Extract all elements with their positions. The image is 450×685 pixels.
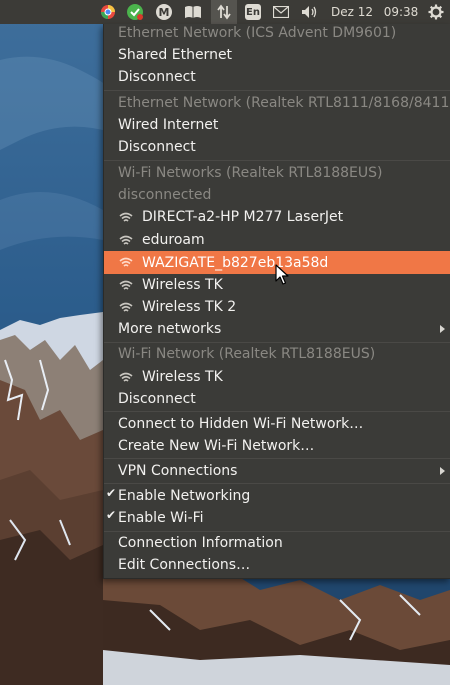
book-icon[interactable] [182,0,204,24]
wifi2-header: Wi-Fi Network (Realtek RTL8188EUS) [118,346,376,362]
checkmark-icon: ✔ [106,486,117,500]
wifi2-disconnect[interactable]: Disconnect [104,388,450,410]
separator [104,458,450,459]
svg-text:M: M [159,6,170,19]
checkmark-icon: ✔ [106,508,117,522]
wifi-signal-icon [119,302,133,312]
mail-icon[interactable] [270,0,292,24]
more-networks-item[interactable]: More networks [104,318,450,340]
wifi-signal-icon [119,212,133,222]
network-arrows-icon[interactable] [211,0,237,24]
vpn-connections-label: VPN Connections [118,463,238,479]
eth1-connection[interactable]: Shared Ethernet [104,44,450,66]
eth2-header: Ethernet Network (Realtek RTL8111/8168/8… [118,95,450,111]
wifi1-header: Wi-Fi Networks (Realtek RTL8188EUS) [118,165,383,181]
keyboard-layout-label: En [245,4,261,20]
separator [104,483,450,484]
check-update-icon[interactable] [124,0,146,24]
panel-time[interactable]: 09:38 [380,0,422,24]
power-gear-icon[interactable] [425,0,447,24]
eth2-connection[interactable]: Wired Internet [104,114,450,136]
keyboard-layout-icon[interactable]: En [242,0,264,24]
more-networks-label: More networks [118,321,222,337]
enable-networking-toggle[interactable]: ✔ Enable Networking [104,485,450,507]
wifi-network-item[interactable]: DIRECT-a2-HP M277 LaserJet [104,206,450,228]
edit-connections[interactable]: Edit Connections… [104,554,450,576]
wifi-signal-icon [119,257,133,267]
wifi-signal-icon [119,280,133,290]
create-new-network[interactable]: Create New Wi-Fi Network… [104,435,450,457]
mouse-cursor-icon [275,264,289,285]
separator [104,411,450,412]
wifi-network-item[interactable]: eduroam [104,229,450,251]
top-panel: M En Dez 12 09:38 [0,0,450,24]
wifi2-connection-label: Wireless TK [142,369,223,385]
eth2-disconnect[interactable]: Disconnect [104,136,450,158]
separator [104,160,450,161]
enable-wifi-toggle[interactable]: ✔ Enable Wi-Fi [104,507,450,529]
wifi-network-label: WAZIGATE_b827eb13a58d [142,254,329,271]
wifi-network-label: DIRECT-a2-HP M277 LaserJet [142,209,344,225]
wifi-network-label: Wireless TK [142,277,223,293]
vpn-connections-item[interactable]: VPN Connections [104,460,450,482]
submenu-arrow-icon [440,325,445,333]
network-menu: Ethernet Network (ICS Advent DM9601) Sha… [103,24,450,579]
wifi-signal-icon [119,372,133,382]
enable-networking-label: Enable Networking [118,488,251,504]
wifi-network-label: Wireless TK 2 [142,299,237,315]
m-icon[interactable]: M [153,0,175,24]
wifi1-status: disconnected [118,187,212,203]
wifi-network-label: eduroam [142,232,205,248]
connect-hidden-network[interactable]: Connect to Hidden Wi-Fi Network… [104,413,450,435]
eth1-disconnect[interactable]: Disconnect [104,66,450,88]
wifi-network-item[interactable]: Wireless TK 2 [104,296,450,318]
enable-wifi-label: Enable Wi-Fi [118,510,204,526]
connection-information[interactable]: Connection Information [104,532,450,554]
panel-date[interactable]: Dez 12 [328,0,376,24]
eth1-header: Ethernet Network (ICS Advent DM9601) [118,25,397,41]
volume-icon[interactable] [298,0,322,24]
separator [104,90,450,91]
submenu-arrow-icon [440,467,445,475]
chrome-icon[interactable] [98,0,118,24]
wifi2-connection[interactable]: Wireless TK [104,366,450,388]
wifi-signal-icon [119,235,133,245]
